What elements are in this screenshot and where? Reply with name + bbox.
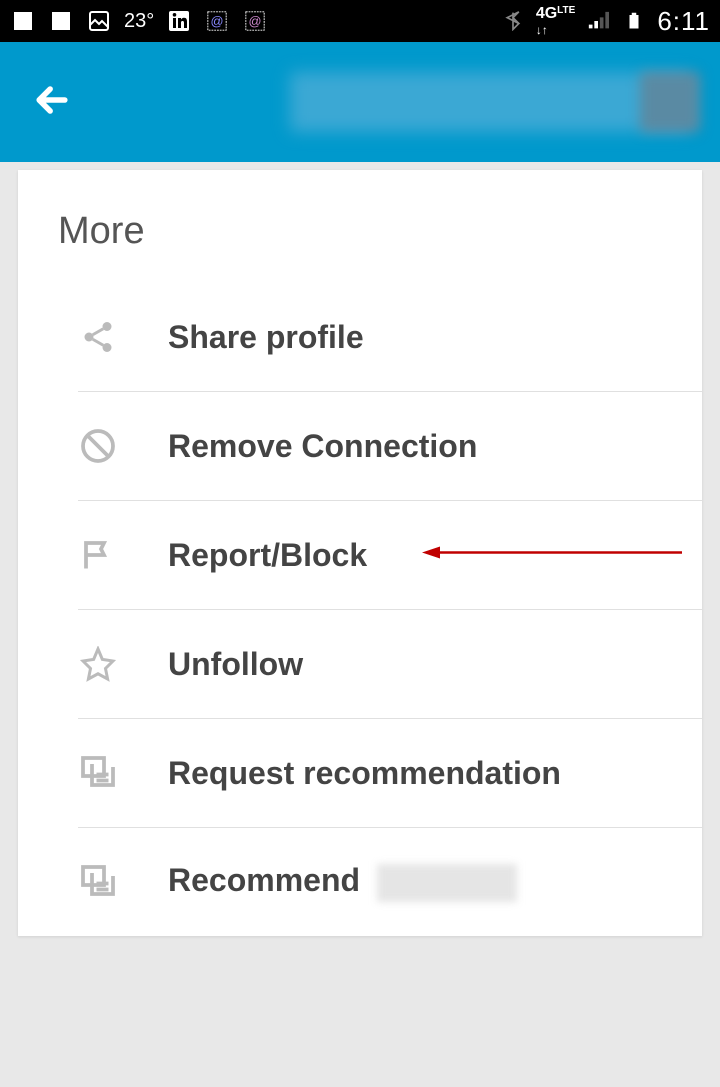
temperature-label: 23° [124,10,154,33]
menu-item-label: Report/Block [168,537,367,574]
menu-item-label: Request recommendation [168,755,561,792]
clock-label: 6:11 [657,6,710,37]
header-title-redacted [290,72,690,132]
menu-item-recommend[interactable]: Recommend [78,828,702,936]
menu-list: Share profile Remove Connection Report/B… [18,283,702,936]
status-right: 4GLTE ↓↑ 6:11 [500,6,710,37]
share-icon [78,317,118,357]
app-header [0,42,720,162]
star-icon [78,644,118,684]
menu-item-label: Recommend [168,862,517,902]
image-icon [86,8,112,34]
menu-item-remove-connection[interactable]: Remove Connection [78,392,702,501]
battery-icon [621,8,647,34]
svg-text:@: @ [249,14,262,29]
signal-icon [585,8,611,34]
network-label: 4GLTE ↓↑ [536,6,576,36]
redacted-name [377,864,517,902]
block-icon [78,426,118,466]
status-bar: 23° @ @ 4GLTE ↓↑ 6:11 [0,0,720,42]
menu-item-label: Unfollow [168,646,303,683]
back-arrow-icon[interactable] [30,78,74,127]
menu-item-report-block[interactable]: Report/Block [78,501,702,610]
menu-item-label: Remove Connection [168,428,477,465]
menu-item-label: Share profile [168,319,364,356]
more-menu-card: More Share profile Remove Connection Rep… [18,170,702,936]
facebook-icon [48,8,74,34]
menu-item-request-recommendation[interactable]: Request recommendation [78,719,702,828]
recommend-icon [78,753,118,793]
mail-icon: @ [242,8,268,34]
status-left: 23° @ @ [10,8,500,34]
menu-item-share-profile[interactable]: Share profile [78,283,702,392]
annotation-arrow-icon [422,538,682,573]
flag-icon [78,535,118,575]
facebook-icon [10,8,36,34]
mail-icon: @ [204,8,230,34]
menu-item-unfollow[interactable]: Unfollow [78,610,702,719]
linkedin-icon [166,8,192,34]
svg-text:@: @ [211,14,224,29]
bluetooth-icon [500,8,526,34]
card-title: More [18,170,702,283]
recommend-icon [78,862,118,902]
header-avatar-redacted [640,72,700,132]
